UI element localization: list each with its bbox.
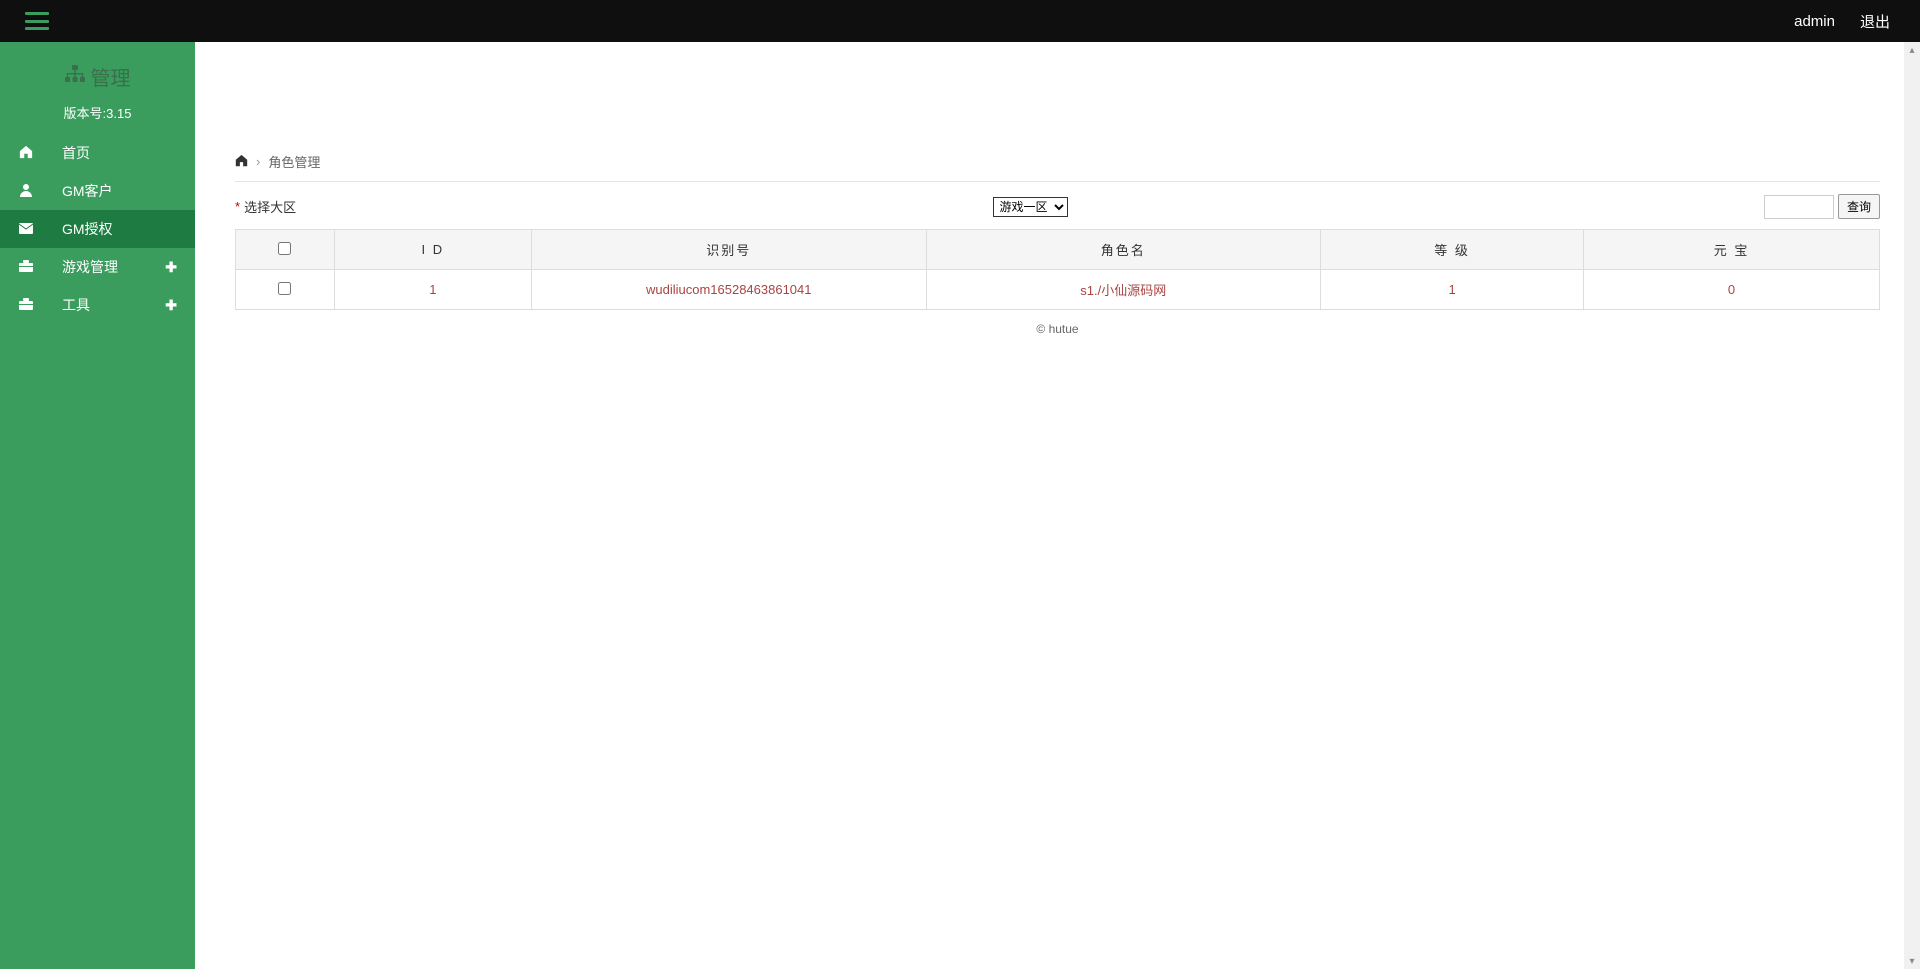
search-input[interactable] — [1764, 195, 1834, 219]
logout-link[interactable]: 退出 — [1860, 11, 1890, 32]
scroll-up-icon[interactable]: ▴ — [1904, 42, 1920, 58]
user-label[interactable]: admin — [1794, 13, 1835, 30]
menu-toggle-icon[interactable] — [25, 12, 49, 30]
vertical-scrollbar[interactable]: ▴ ▾ — [1904, 42, 1920, 969]
breadcrumb-separator: › — [256, 154, 260, 169]
user-icon — [18, 183, 34, 200]
sidebar-item-home[interactable]: 首页 — [0, 134, 195, 172]
table-header-row: I D 识别号 角色名 等 级 元 宝 — [236, 230, 1880, 270]
sidebar-header: 管理 — [0, 42, 195, 103]
home-icon[interactable] — [235, 154, 248, 170]
header-checkbox-cell — [236, 230, 335, 270]
header-role-name: 角色名 — [926, 230, 1321, 270]
cell-ingot: 0 — [1584, 270, 1880, 310]
header-ingot: 元 宝 — [1584, 230, 1880, 270]
header-identifier: 识别号 — [531, 230, 926, 270]
sidebar-item-gm-customer[interactable]: GM客户 — [0, 172, 195, 210]
briefcase-icon — [18, 259, 34, 275]
search-button[interactable]: 查询 — [1838, 194, 1880, 219]
sidebar-item-tools[interactable]: 工具 ✚ — [0, 286, 195, 324]
row-checkbox-cell — [236, 270, 335, 310]
sidebar-item-label: GM授权 — [62, 219, 113, 239]
topbar: admin 退出 — [0, 0, 1920, 42]
cell-level: 1 — [1321, 270, 1584, 310]
header-id: I D — [334, 230, 531, 270]
briefcase-icon — [18, 297, 34, 313]
sidebar: 管理 版本号:3.15 首页 GM客户 GM授权 游戏管理 — [0, 42, 195, 969]
cell-role-name: s1./小仙源码网 — [926, 270, 1321, 310]
sidebar-item-game-manage[interactable]: 游戏管理 ✚ — [0, 248, 195, 286]
breadcrumb: › 角色管理 — [235, 152, 1880, 182]
required-indicator: * — [235, 199, 240, 214]
main-content: › 角色管理 * 选择大区 游戏一区 查询 I D — [195, 42, 1920, 969]
filter-row: * 选择大区 游戏一区 查询 — [235, 190, 1880, 229]
row-checkbox[interactable] — [278, 282, 291, 295]
select-all-checkbox[interactable] — [278, 242, 291, 255]
filter-label: 选择大区 — [244, 197, 296, 216]
zone-select[interactable]: 游戏一区 — [993, 197, 1068, 217]
envelope-icon — [18, 221, 34, 237]
cell-identifier: wudiliucom16528463861041 — [531, 270, 926, 310]
footer: © hutue — [235, 310, 1880, 348]
sidebar-item-label: GM客户 — [62, 181, 113, 201]
sidebar-item-gm-auth[interactable]: GM授权 — [0, 210, 195, 248]
sidebar-item-label: 游戏管理 — [62, 257, 118, 277]
sidebar-version: 版本号:3.15 — [0, 103, 195, 134]
topbar-right: admin 退出 — [1794, 11, 1905, 32]
home-icon — [18, 145, 34, 162]
header-level: 等 级 — [1321, 230, 1584, 270]
breadcrumb-current: 角色管理 — [268, 152, 320, 171]
expand-icon: ✚ — [165, 297, 177, 314]
sidebar-item-label: 首页 — [62, 143, 90, 163]
sitemap-icon — [65, 65, 85, 89]
table-row: 1 wudiliucom16528463861041 s1./小仙源码网 1 0 — [236, 270, 1880, 310]
sidebar-item-label: 工具 — [62, 295, 90, 315]
sidebar-title: 管理 — [91, 62, 131, 91]
data-table: I D 识别号 角色名 等 级 元 宝 1 wudiliucom16528463… — [235, 229, 1880, 310]
expand-icon: ✚ — [165, 259, 177, 276]
cell-id: 1 — [334, 270, 531, 310]
scroll-down-icon[interactable]: ▾ — [1904, 953, 1920, 969]
